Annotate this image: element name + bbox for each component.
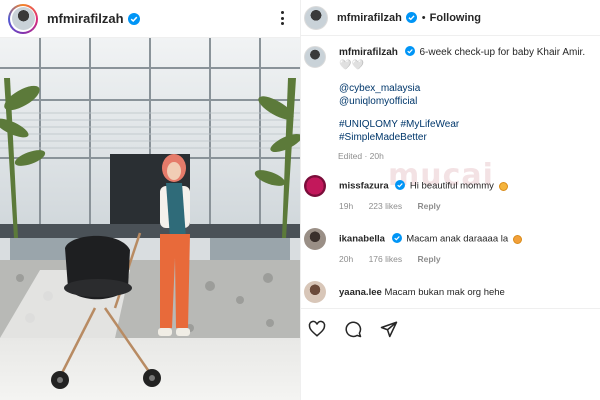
mention-link[interactable]: @uniqlomyofficial [339,95,596,108]
comment-item: yaana.lee Macam bukan mak org hehe [304,281,596,303]
comment-icon[interactable] [340,316,366,342]
reply-button[interactable]: Reply [418,201,441,211]
caption-edited-time: Edited · 20h [338,151,384,161]
panel-header: mfmirafilzah • Following [301,0,600,36]
verified-badge-icon [404,46,417,58]
comment-username[interactable]: yaana.lee [339,287,382,298]
verified-badge-icon [127,12,140,25]
avatar[interactable] [304,46,326,68]
comment-time: 19h [339,201,354,211]
comment-text: Macam bukan mak org hehe [384,286,505,298]
hashtag-link[interactable]: #SimpleMadeBetter [339,131,596,144]
comment-likes[interactable]: 176 likes [369,254,403,264]
comment-item: ikanabella Macam anak daraaaa la 20h 176… [304,228,596,264]
post-username[interactable]: mfmirafilzah [47,11,124,26]
comment-likes[interactable]: 223 likes [369,201,403,211]
comment-username[interactable]: ikanabella [339,234,385,245]
following-button[interactable]: Following [430,12,481,24]
story-avatar[interactable] [8,3,38,34]
caption: mfmirafilzah 6-week check-up for baby Kh… [304,46,596,144]
verified-badge-icon [395,180,407,192]
panel-username[interactable]: mfmirafilzah [337,12,402,24]
avatar[interactable] [304,175,326,197]
comment-text: Macam anak daraaaa la [406,233,509,245]
avatar[interactable] [304,228,326,250]
post-action-bar [301,308,600,348]
avatar[interactable] [304,5,328,30]
post-header: mfmirafilzah [0,0,300,38]
post-photo-illustration [0,38,300,400]
hashtag-link[interactable]: #UNIQLOMY #MyLifeWear [339,118,596,131]
mention-link[interactable]: @cybex_malaysia [339,82,596,95]
reply-button[interactable]: Reply [418,254,441,264]
verified-badge-icon [391,233,404,245]
emoji-icon [498,181,508,191]
comment-item: missfazura Hi beautiful mommy 19h 223 li… [304,175,596,211]
comment-username[interactable]: missfazura [339,181,389,192]
heart-icon[interactable] [304,316,330,342]
separator-dot: • [421,11,426,24]
more-options-icon[interactable] [274,8,290,28]
comment-text: Hi beautiful mommy [409,180,494,192]
verified-badge-icon [405,11,418,24]
emoji-icon [512,234,522,244]
comment-time: 20h [339,254,354,264]
avatar[interactable] [304,281,326,303]
post-image[interactable] [0,38,300,400]
caption-username[interactable]: mfmirafilzah [339,47,398,58]
share-icon[interactable] [376,316,402,342]
